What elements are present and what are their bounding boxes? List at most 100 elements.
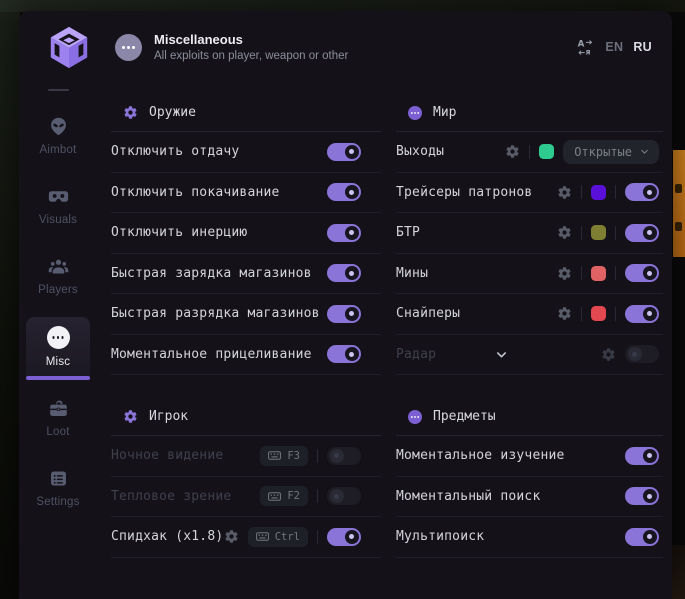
language-switcher: EN RU	[576, 38, 652, 57]
game-background-left	[0, 12, 20, 599]
hotkey-label: Ctrl	[275, 531, 300, 543]
ellipsis-icon	[408, 106, 422, 120]
keyboard-icon	[268, 451, 281, 460]
app-logo	[33, 24, 105, 70]
sidebar-item-label: Misc	[46, 356, 70, 368]
toggle-switch[interactable]	[327, 305, 361, 323]
option-row-no-recoil: Отключить отдачу	[111, 132, 381, 173]
gear-icon[interactable]	[557, 185, 572, 200]
toggle-switch[interactable]	[625, 224, 659, 242]
color-swatch[interactable]	[591, 185, 606, 200]
gear-icon[interactable]	[557, 225, 572, 240]
option-row-speedhack: Спидхак (x1.8) Ctrl	[111, 517, 381, 558]
sidebar-item-aimbot[interactable]: Aimbot	[26, 107, 90, 164]
gear-icon[interactable]	[505, 144, 520, 159]
option-row-fast-reload: Быстрая зарядка магазинов	[111, 254, 381, 295]
gear-icon[interactable]	[601, 347, 616, 362]
sidebar-item-loot[interactable]: Loot	[26, 389, 90, 446]
ellipsis-icon	[127, 46, 130, 49]
translate-icon	[576, 38, 595, 57]
toggle-switch[interactable]	[327, 143, 361, 161]
section-header-items: Предметы	[396, 401, 663, 435]
color-swatch[interactable]	[591, 306, 606, 321]
color-swatch[interactable]	[539, 144, 554, 159]
option-row-thermal-vision: Тепловое зрение F2	[111, 477, 381, 518]
divider	[615, 226, 616, 240]
keyboard-icon	[256, 532, 269, 541]
option-label: Радар	[396, 347, 436, 362]
sidebar-item-players[interactable]: Players	[26, 247, 90, 304]
hotkey-label: F3	[287, 450, 300, 462]
section-title: Мир	[433, 105, 456, 120]
option-row-multi-search: Мультипоиск	[396, 517, 663, 558]
toggle-switch[interactable]	[625, 183, 659, 201]
color-swatch[interactable]	[591, 266, 606, 281]
page-subtitle: All exploits on player, weapon or other	[154, 50, 348, 62]
option-label: Ночное видение	[111, 448, 223, 463]
toggle-switch[interactable]	[327, 224, 361, 242]
toggle-switch[interactable]	[327, 487, 361, 505]
toggle-switch[interactable]	[625, 487, 659, 505]
divider	[581, 266, 582, 280]
toggle-switch[interactable]	[327, 264, 361, 282]
alien-icon	[48, 116, 69, 137]
divider	[529, 145, 530, 159]
keyboard-icon	[268, 492, 281, 501]
cube-logo-icon	[46, 24, 92, 70]
gear-icon[interactable]	[224, 529, 239, 544]
lang-en-button[interactable]: EN	[605, 40, 623, 54]
section-header-world: Мир	[396, 97, 663, 131]
gear-icon[interactable]	[557, 306, 572, 321]
divider	[615, 307, 616, 321]
option-label: Быстрая зарядка магазинов	[111, 266, 312, 281]
settings-list-icon	[48, 468, 69, 489]
option-label: Моментальное изучение	[396, 448, 565, 463]
gear-icon[interactable]	[557, 266, 572, 281]
game-orange-sign	[673, 150, 685, 257]
section-title: Предметы	[433, 409, 496, 424]
toggle-switch[interactable]	[327, 528, 361, 546]
cheat-menu-window: Miscellaneous All exploits on player, we…	[19, 11, 672, 599]
toggle-switch[interactable]	[327, 183, 361, 201]
sidebar-item-visuals[interactable]: Visuals	[26, 177, 90, 234]
toggle-switch[interactable]	[625, 447, 659, 465]
option-row-instant-search: Моментальный поиск	[396, 477, 663, 518]
ellipsis-icon	[47, 326, 70, 349]
hotkey-badge[interactable]: F3	[260, 446, 308, 466]
option-row-mines: Мины	[396, 254, 663, 295]
option-row-radar: Радар	[396, 335, 663, 376]
sidebar-item-misc[interactable]: Misc	[26, 317, 90, 376]
toggle-switch[interactable]	[625, 345, 659, 363]
toggle-switch[interactable]	[327, 345, 361, 363]
option-row-btr: БТР	[396, 213, 663, 254]
option-label: Выходы	[396, 144, 444, 159]
divider	[581, 307, 582, 321]
option-label: Моментальный поиск	[396, 489, 540, 504]
option-label: Отключить отдачу	[111, 144, 239, 159]
briefcase-icon	[48, 398, 69, 419]
hotkey-badge[interactable]: F2	[260, 486, 308, 506]
divider	[317, 489, 318, 503]
option-row-instant-examine: Моментальное изучение	[396, 436, 663, 477]
exits-dropdown[interactable]: Открытые	[563, 140, 659, 164]
sidebar-item-label: Aimbot	[40, 144, 77, 156]
section-header-player: Игрок	[111, 401, 381, 435]
lang-ru-button[interactable]: RU	[633, 40, 652, 54]
option-row-no-sway: Отключить покачивание	[111, 173, 381, 214]
hotkey-badge[interactable]: Ctrl	[248, 527, 308, 547]
toggle-switch[interactable]	[625, 305, 659, 323]
option-row-no-inertia: Отключить инерцию	[111, 213, 381, 254]
sidebar-item-label: Loot	[46, 426, 69, 438]
option-label: Трейсеры патронов	[396, 185, 532, 200]
divider	[317, 449, 318, 463]
sidebar-item-settings[interactable]: Settings	[26, 459, 90, 516]
option-row-snipers: Снайперы	[396, 294, 663, 335]
chevron-down-icon[interactable]	[494, 347, 509, 362]
header: Miscellaneous All exploits on player, we…	[19, 11, 672, 83]
option-label: Тепловое зрение	[111, 489, 231, 504]
toggle-switch[interactable]	[625, 528, 659, 546]
option-label: Снайперы	[396, 306, 460, 321]
toggle-switch[interactable]	[625, 264, 659, 282]
toggle-switch[interactable]	[327, 447, 361, 465]
color-swatch[interactable]	[591, 225, 606, 240]
